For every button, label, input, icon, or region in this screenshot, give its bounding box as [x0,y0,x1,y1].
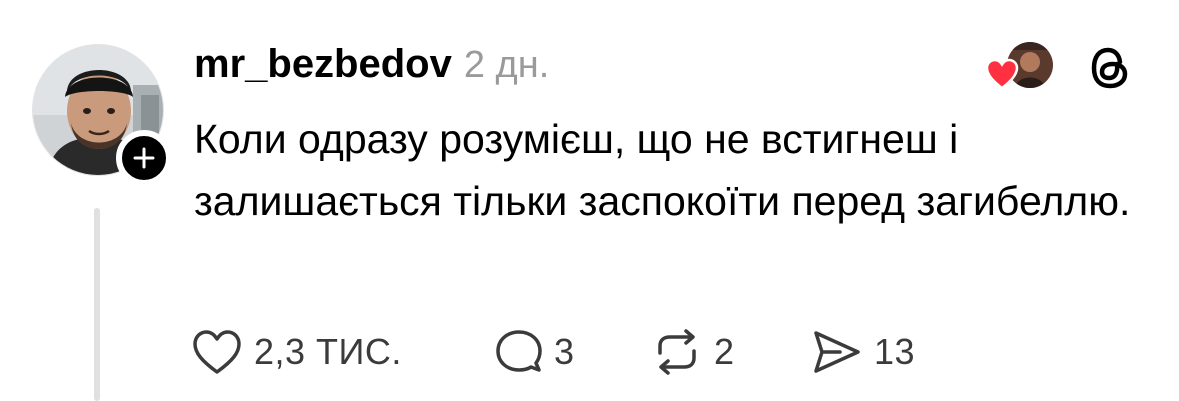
comment-bubble-icon [496,330,542,372]
post-header: mr_bezbedov 2 дн. [194,42,549,98]
thread-connector-line [94,208,100,401]
share-button[interactable]: 13 [810,322,915,382]
heart-icon [985,58,1019,90]
follow-button[interactable] [116,130,172,186]
threads-logo-icon[interactable] [1086,42,1134,94]
paper-plane-icon [814,331,860,373]
heart-outline-icon [193,330,241,374]
comment-button[interactable]: 3 [494,322,575,382]
liked-by-author-indicator[interactable] [985,40,1057,96]
plus-icon [133,147,155,169]
author-avatar-container[interactable] [32,44,172,186]
share-count: 13 [874,331,916,372]
post-timestamp: 2 дн. [463,44,550,86]
repost-button[interactable]: 2 [650,322,735,382]
like-button[interactable]: 2,3 ТИС. [190,322,402,382]
repost-count: 2 [714,331,735,372]
post-actions-bar: 2,3 ТИС. 3 2 13 [190,322,950,382]
like-count: 2,3 ТИС. [254,331,402,372]
post-body-text: Коли одразу розумієш, що не встигнеш і з… [194,116,1131,224]
username[interactable]: mr_bezbedov [194,42,452,87]
repost-icon [658,329,696,375]
comment-count: 3 [554,331,575,372]
